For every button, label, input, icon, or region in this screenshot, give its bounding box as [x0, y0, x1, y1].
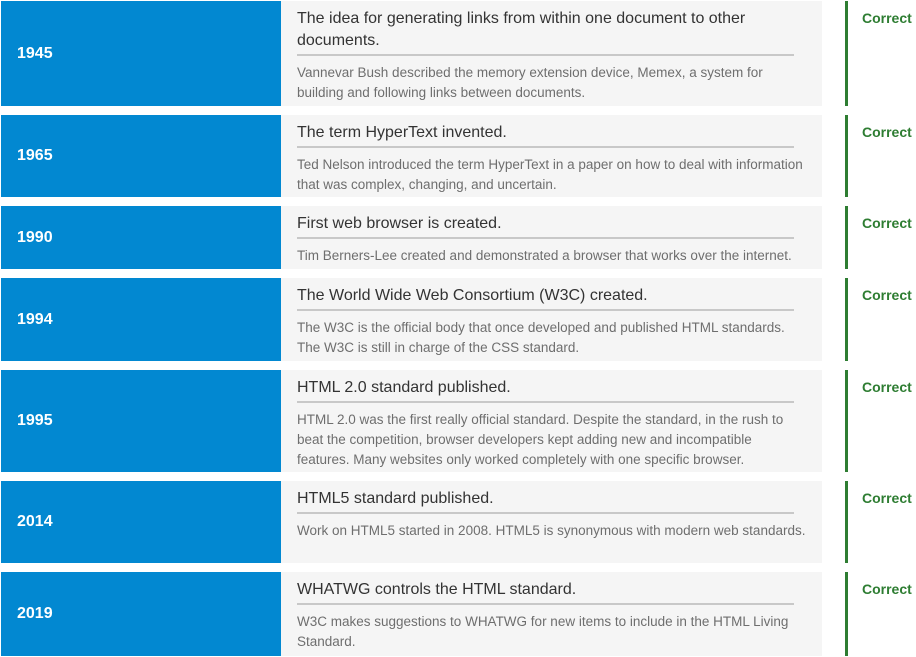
result-marker: Correct — [845, 115, 916, 197]
timeline-row-2014: 2014 HTML5 standard published. Work on H… — [0, 481, 916, 563]
event-card: WHATWG controls the HTML standard. W3C m… — [281, 572, 822, 656]
event-title: The term HyperText invented. — [297, 122, 794, 148]
event-description: W3C makes suggestions to WHATWG for new … — [297, 614, 789, 649]
year-box[interactable]: 1995 — [1, 370, 281, 472]
result-marker: Correct — [845, 1, 916, 106]
event-description: HTML 2.0 was the first really official s… — [297, 412, 784, 467]
result-correct-label: Correct — [862, 379, 912, 395]
timeline-quiz: 1945 The idea for generating links from … — [0, 0, 916, 657]
year-box[interactable]: 1945 — [1, 1, 281, 106]
year-box[interactable]: 2014 — [1, 481, 281, 563]
event-card: HTML5 standard published. Work on HTML5 … — [281, 481, 822, 563]
result-marker: Correct — [845, 572, 916, 656]
event-description: The W3C is the official body that once d… — [297, 320, 785, 355]
year-box[interactable]: 1994 — [1, 278, 281, 361]
event-card: The World Wide Web Consortium (W3C) crea… — [281, 278, 822, 361]
event-description: Vannevar Bush described the memory exten… — [297, 65, 763, 100]
timeline-row-1995: 1995 HTML 2.0 standard published. HTML 2… — [0, 370, 916, 472]
event-description: Ted Nelson introduced the term HyperText… — [297, 157, 803, 192]
event-title: First web browser is created. — [297, 213, 794, 239]
event-card: The term HyperText invented. Ted Nelson … — [281, 115, 822, 197]
timeline-row-1945: 1945 The idea for generating links from … — [0, 1, 916, 106]
result-correct-label: Correct — [862, 581, 912, 597]
result-correct-label: Correct — [862, 287, 912, 303]
event-title: HTML5 standard published. — [297, 488, 794, 514]
timeline-row-1994: 1994 The World Wide Web Consortium (W3C)… — [0, 278, 916, 361]
event-card: HTML 2.0 standard published. HTML 2.0 wa… — [281, 370, 822, 472]
year-box[interactable]: 1990 — [1, 206, 281, 269]
year-box[interactable]: 2019 — [1, 572, 281, 656]
year-box[interactable]: 1965 — [1, 115, 281, 197]
result-marker: Correct — [845, 206, 916, 269]
event-card: The idea for generating links from withi… — [281, 1, 822, 106]
result-correct-label: Correct — [862, 215, 912, 231]
result-correct-label: Correct — [862, 10, 912, 26]
event-title: The idea for generating links from withi… — [297, 8, 794, 56]
timeline-row-1965: 1965 The term HyperText invented. Ted Ne… — [0, 115, 916, 197]
event-title: WHATWG controls the HTML standard. — [297, 579, 794, 605]
event-title: The World Wide Web Consortium (W3C) crea… — [297, 285, 794, 311]
result-marker: Correct — [845, 278, 916, 361]
event-description: Work on HTML5 started in 2008. HTML5 is … — [297, 523, 806, 538]
event-card: First web browser is created. Tim Berner… — [281, 206, 822, 269]
result-marker: Correct — [845, 370, 916, 472]
timeline-row-1990: 1990 First web browser is created. Tim B… — [0, 206, 916, 269]
result-correct-label: Correct — [862, 124, 912, 140]
result-marker: Correct — [845, 481, 916, 563]
event-description: Tim Berners-Lee created and demonstrated… — [297, 248, 792, 263]
timeline-row-2019: 2019 WHATWG controls the HTML standard. … — [0, 572, 916, 656]
event-title: HTML 2.0 standard published. — [297, 377, 794, 403]
result-correct-label: Correct — [862, 490, 912, 506]
